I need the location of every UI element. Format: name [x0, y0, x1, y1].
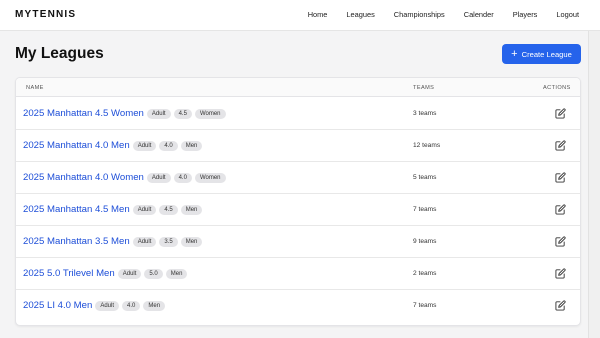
brand-logo[interactable]: MYTENNIS	[15, 9, 76, 20]
league-tag: Women	[194, 108, 226, 119]
league-tag: 4.0	[122, 300, 141, 311]
league-name-cell: 2025 Manhattan 4.0 Women Adult 4.0 Women	[23, 172, 226, 183]
table-row: 2025 Manhattan 4.0 Men Adult 4.0 Men 12 team…	[16, 130, 580, 162]
table-row: 2025 Manhattan 4.0 Women Adult 4.0 Women 5 t…	[16, 162, 580, 194]
league-name-link[interactable]: 2025 Manhattan 4.0 Women	[23, 172, 144, 183]
edit-icon[interactable]	[555, 268, 566, 279]
nav-home[interactable]: Home	[308, 10, 328, 19]
edit-icon[interactable]	[555, 172, 566, 183]
league-name-link[interactable]: 2025 Manhattan 4.0 Men	[23, 140, 130, 151]
league-name-cell: 2025 Manhattan 4.0 Men Adult 4.0 Men	[23, 140, 203, 151]
league-tag: Men	[180, 204, 203, 215]
league-name-link[interactable]: 2025 5.0 Trilevel Men	[23, 268, 115, 279]
table-row: 2025 Manhattan 4.5 Women Adult 4.5 Women 3 t…	[16, 98, 580, 130]
league-name-cell: 2025 LI 4.0 Men Adult 4.0 Men	[23, 300, 166, 311]
nav-logout[interactable]: Logout	[556, 10, 579, 19]
edit-icon[interactable]	[555, 140, 566, 151]
teams-count: 3 teams	[413, 110, 437, 117]
league-tag: Adult	[117, 268, 142, 279]
league-name-link[interactable]: 2025 Manhattan 4.5 Women	[23, 108, 144, 119]
edit-icon[interactable]	[555, 300, 566, 311]
page-scrollbar[interactable]	[588, 31, 600, 338]
league-tag: Adult	[146, 172, 171, 183]
table-row: 2025 LI 4.0 Men Adult 4.0 Men 7 teams	[16, 290, 580, 322]
league-name-link[interactable]: 2025 LI 4.0 Men	[23, 300, 92, 311]
league-tag: Adult	[146, 108, 171, 119]
league-tag: 5.0	[144, 268, 163, 279]
table-row: 2025 Manhattan 4.5 Men Adult 4.5 Men 7 teams	[16, 194, 580, 226]
column-header-name: NAME	[26, 85, 44, 91]
league-name-cell: 2025 Manhattan 4.5 Men Adult 4.5 Men	[23, 204, 203, 215]
league-tag: 4.0	[159, 140, 178, 151]
teams-count: 7 teams	[413, 206, 437, 213]
teams-count: 9 teams	[413, 238, 437, 245]
nav-leagues[interactable]: Leagues	[346, 10, 374, 19]
league-tag: Adult	[132, 140, 157, 151]
league-tag: Women	[194, 172, 226, 183]
league-tag: 4.5	[159, 204, 178, 215]
league-name-cell: 2025 Manhattan 4.5 Women Adult 4.5 Women	[23, 108, 226, 119]
league-tag: Men	[180, 236, 203, 247]
league-tag: Men	[143, 300, 166, 311]
nav-calender[interactable]: Calender	[464, 10, 494, 19]
edit-icon[interactable]	[555, 236, 566, 247]
teams-count: 7 teams	[413, 302, 437, 309]
league-tag: Men	[180, 140, 203, 151]
league-name-cell: 2025 Manhattan 3.5 Men Adult 3.5 Men	[23, 236, 203, 247]
leagues-table: NAME TEAMS ACTIONS 2025 Manhattan 4.5 Wo…	[15, 77, 581, 326]
plus-icon: +	[511, 47, 518, 60]
page-title: My Leagues	[15, 45, 104, 62]
nav-players[interactable]: Players	[513, 10, 538, 19]
table-header: NAME TEAMS ACTIONS	[16, 78, 580, 97]
create-league-label: Create League	[521, 49, 572, 59]
nav-championships[interactable]: Championships	[394, 10, 445, 19]
league-tag: 4.5	[173, 108, 192, 119]
league-tag: Adult	[132, 236, 157, 247]
top-navbar: MYTENNIS Home Leagues Championships Cale…	[0, 0, 600, 31]
league-name-link[interactable]: 2025 Manhattan 3.5 Men	[23, 236, 130, 247]
teams-count: 12 teams	[413, 142, 441, 149]
league-name-link[interactable]: 2025 Manhattan 4.5 Men	[23, 204, 130, 215]
league-name-cell: 2025 5.0 Trilevel Men Adult 5.0 Men	[23, 268, 188, 279]
league-tag: 3.5	[159, 236, 178, 247]
column-header-teams: TEAMS	[413, 85, 435, 91]
league-tag: Men	[165, 268, 188, 279]
edit-icon[interactable]	[555, 204, 566, 215]
league-tag: Adult	[95, 300, 120, 311]
teams-count: 2 teams	[413, 270, 437, 277]
create-league-button[interactable]: + Create League	[502, 44, 581, 64]
column-header-actions: ACTIONS	[543, 85, 571, 91]
table-row: 2025 5.0 Trilevel Men Adult 5.0 Men 2 teams	[16, 258, 580, 290]
league-tag: 4.0	[173, 172, 192, 183]
main-nav: Home Leagues Championships Calender Play…	[289, 10, 579, 19]
table-row: 2025 Manhattan 3.5 Men Adult 3.5 Men 9 teams	[16, 226, 580, 258]
league-tag: Adult	[132, 204, 157, 215]
teams-count: 5 teams	[413, 174, 437, 181]
edit-icon[interactable]	[555, 108, 566, 119]
